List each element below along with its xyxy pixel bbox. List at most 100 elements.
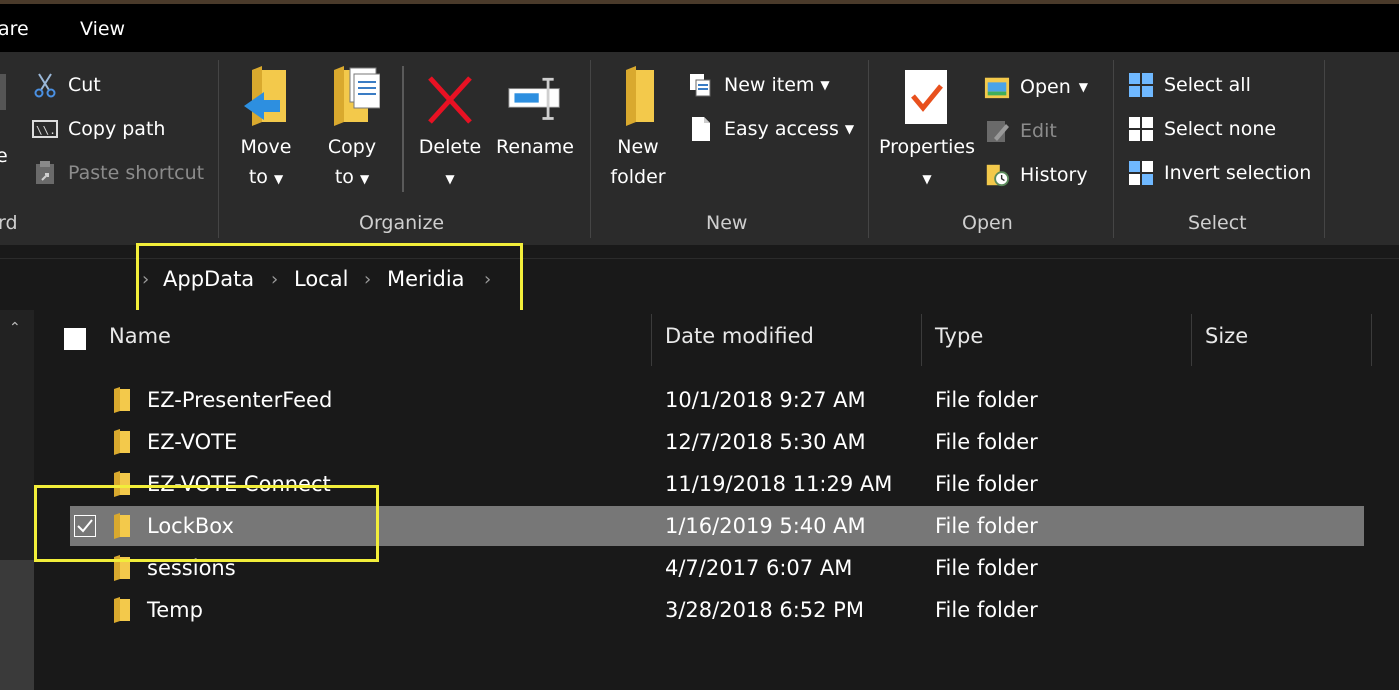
column-header-date-modified[interactable]: Date modified	[665, 324, 814, 348]
copy-path-button[interactable]: \\.. Copy path	[32, 112, 165, 146]
column-divider[interactable]	[1191, 314, 1192, 366]
column-divider[interactable]	[651, 314, 652, 366]
organize-group-label: Organize	[359, 212, 445, 234]
file-type: File folder	[935, 598, 1038, 622]
select-group-label: Select	[1188, 212, 1247, 234]
paste-icon-partial	[0, 74, 6, 110]
properties-button[interactable]: Properties ▼	[878, 66, 976, 194]
navigation-pane-scrollbar[interactable]	[0, 560, 34, 690]
select-all-icon	[1128, 72, 1154, 98]
cut-button[interactable]: Cut	[32, 68, 101, 102]
copy-to-button[interactable]: Copy to ▼	[318, 66, 386, 194]
file-name: Temp	[147, 598, 203, 622]
file-date-modified: 4/7/2017 6:07 AM	[665, 556, 853, 580]
clipboard-partial-label: e	[0, 145, 8, 167]
open-group-label: Open	[962, 212, 1013, 234]
file-date-modified: 10/1/2018 9:27 AM	[665, 388, 866, 412]
select-all-button[interactable]: Select all	[1128, 68, 1251, 102]
paste-shortcut-button[interactable]: Paste shortcut	[32, 156, 204, 190]
file-type: File folder	[935, 388, 1038, 412]
column-header-size[interactable]: Size	[1205, 324, 1248, 348]
chevron-down-icon: ▼	[273, 172, 284, 186]
select-all-checkbox[interactable]	[64, 328, 86, 350]
organize-inner-divider	[402, 66, 404, 192]
copy-to-label-1: Copy	[327, 136, 377, 158]
column-header-name[interactable]: Name	[109, 324, 171, 348]
open-label: Open	[1020, 76, 1071, 98]
column-divider[interactable]	[1371, 314, 1372, 366]
easy-access-icon	[688, 116, 714, 142]
new-item-button[interactable]: New item ▼	[688, 68, 830, 102]
file-date-modified: 12/7/2018 5:30 AM	[665, 430, 866, 454]
easy-access-button[interactable]: Easy access ▼	[688, 112, 854, 146]
history-button[interactable]: History	[984, 158, 1088, 192]
copy-to-icon	[324, 66, 380, 128]
new-folder-label-2: folder	[610, 166, 666, 188]
open-button[interactable]: Open ▼	[984, 70, 1088, 104]
edit-pencil-icon	[984, 118, 1010, 144]
file-type: File folder	[935, 472, 1038, 496]
ribbon: e Cut \\.. Copy path Paste shortcut rd M…	[0, 52, 1399, 245]
svg-text:\\..: \\..	[36, 124, 58, 137]
new-item-icon	[688, 72, 714, 98]
ribbon-divider	[218, 60, 219, 238]
invert-selection-label: Invert selection	[1164, 162, 1312, 184]
rename-button[interactable]: Rename	[494, 66, 576, 162]
chevron-down-icon: ▼	[844, 122, 855, 136]
rename-icon	[507, 66, 563, 128]
copy-path-icon: \\..	[32, 116, 58, 142]
select-none-label: Select none	[1164, 118, 1277, 140]
paste-shortcut-icon	[32, 160, 58, 186]
column-divider[interactable]	[921, 314, 922, 366]
tab-view[interactable]: View	[80, 18, 125, 40]
file-row[interactable]: EZ-PresenterFeed 10/1/2018 9:27 AM File …	[70, 380, 1364, 420]
invert-selection-icon	[1128, 160, 1154, 186]
move-to-button[interactable]: Move to ▼	[232, 66, 300, 194]
chevron-down-icon: ▼	[1078, 80, 1088, 94]
folder-icon	[114, 597, 130, 623]
delete-label: Delete	[418, 136, 482, 158]
chevron-down-icon: ▼	[359, 172, 370, 186]
new-group-label: New	[706, 212, 748, 234]
rename-label: Rename	[496, 136, 574, 158]
breadcrumb-highlight-box	[136, 243, 523, 318]
folder-icon	[114, 387, 130, 413]
file-date-modified: 11/19/2018 11:29 AM	[665, 472, 893, 496]
chevron-down-icon: ▼	[922, 172, 932, 186]
paste-shortcut-label: Paste shortcut	[68, 162, 205, 184]
copy-path-label: Copy path	[68, 118, 166, 140]
select-none-button[interactable]: Select none	[1128, 112, 1276, 146]
new-folder-button[interactable]: New folder	[604, 66, 672, 192]
ribbon-divider	[590, 60, 591, 238]
ribbon-divider	[1324, 60, 1325, 238]
scissors-icon	[32, 72, 58, 98]
file-row[interactable]: Temp 3/28/2018 6:52 PM File folder	[70, 590, 1364, 630]
file-name: EZ-PresenterFeed	[147, 388, 333, 412]
navigation-pane[interactable]: ⌃	[0, 310, 34, 690]
cut-label: Cut	[68, 74, 101, 96]
clipboard-group-label: rd	[0, 212, 18, 234]
scroll-up-icon[interactable]: ⌃	[9, 320, 21, 336]
file-type: File folder	[935, 514, 1038, 538]
file-type: File folder	[935, 430, 1038, 454]
folder-icon	[610, 66, 666, 128]
ribbon-divider	[868, 60, 869, 238]
file-name: EZ-VOTE	[147, 430, 238, 454]
delete-x-icon	[422, 66, 478, 128]
edit-button[interactable]: Edit	[984, 114, 1057, 148]
move-to-label-2: to	[248, 166, 268, 188]
file-date-modified: 1/16/2019 5:40 AM	[665, 514, 866, 538]
select-none-icon	[1128, 116, 1154, 142]
file-type: File folder	[935, 556, 1038, 580]
file-date-modified: 3/28/2018 6:52 PM	[665, 598, 864, 622]
properties-label: Properties	[878, 136, 976, 158]
column-header-type[interactable]: Type	[935, 324, 983, 348]
delete-button[interactable]: Delete ▼	[416, 66, 484, 194]
new-item-label: New item	[724, 74, 815, 96]
invert-selection-button[interactable]: Invert selection	[1128, 156, 1311, 190]
properties-icon	[899, 66, 955, 128]
tab-share[interactable]: are	[0, 18, 29, 40]
select-all-label: Select all	[1164, 74, 1251, 96]
move-to-icon	[238, 66, 294, 128]
file-row[interactable]: EZ-VOTE 12/7/2018 5:30 AM File folder	[70, 422, 1364, 462]
